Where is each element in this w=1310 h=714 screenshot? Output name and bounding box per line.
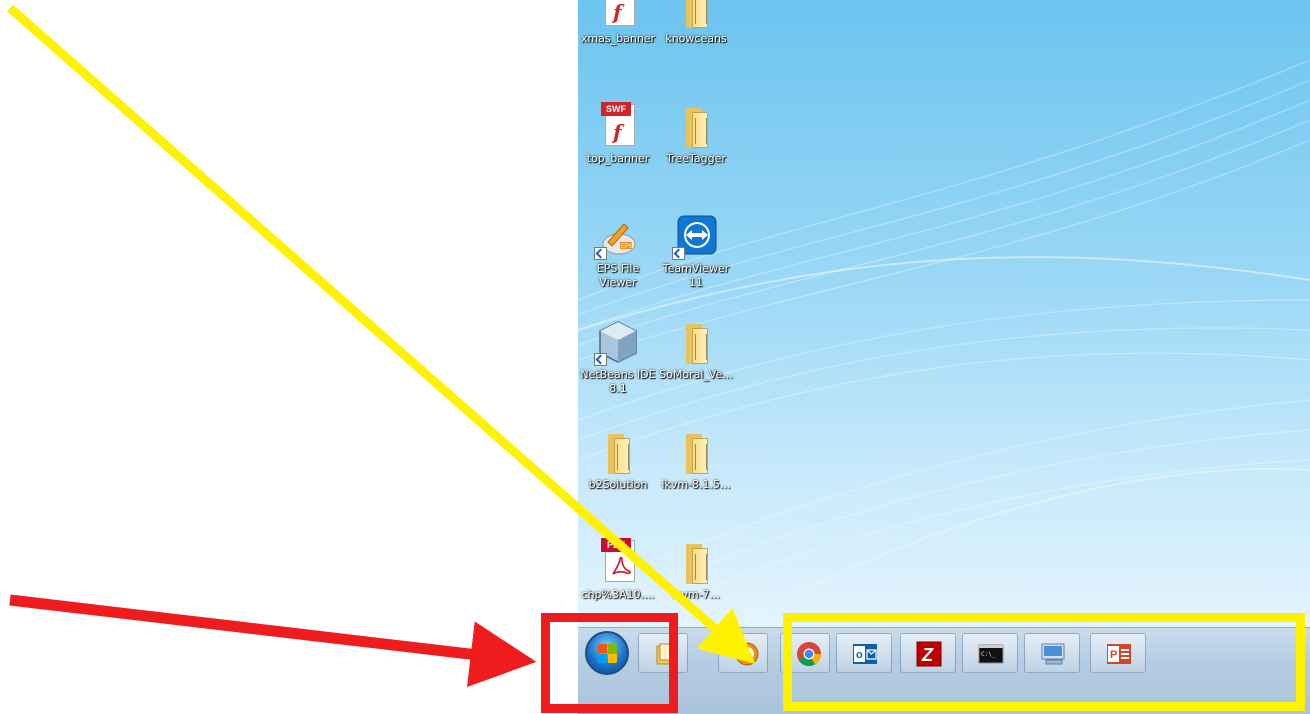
folder-icon [686, 544, 708, 584]
shortcut-arrow-icon [594, 247, 607, 260]
desktop-icon-chp-pdf[interactable]: PDF chp%3A10.... [578, 538, 658, 602]
taskbar-cmd-button[interactable]: C:\_ [962, 633, 1018, 673]
icon-label: knowceans [665, 32, 727, 45]
desktop[interactable]: SWF f xmas_banner knowceans SWF f top_ba… [578, 0, 1310, 627]
red-arrow [9, 594, 537, 687]
taskbar-powerpoint-button[interactable]: P [1090, 633, 1146, 673]
taskbar: o Z C:\_ P [578, 627, 1310, 714]
shortcut-arrow-icon [672, 247, 685, 260]
desktop-icon-somoral[interactable]: SoMoral_Ve... [656, 318, 736, 382]
icon-label: NetBeans IDE 8.1 [580, 368, 656, 395]
shortcut-arrow-icon [594, 353, 607, 366]
taskbar-remote-desktop-button[interactable] [1024, 633, 1080, 673]
outlook-icon: o [853, 644, 877, 664]
start-button[interactable] [585, 631, 629, 675]
svg-text:o: o [856, 649, 863, 661]
desktop-wallpaper-waves [578, 59, 1310, 627]
desktop-icon-teamviewer[interactable]: TeamViewer 11 [656, 212, 736, 290]
icon-label: b2Solution [588, 478, 648, 491]
windows-explorer-icon [656, 643, 676, 665]
icon-label: TreeTagger [666, 152, 726, 165]
desktop-icon-xmas-banner[interactable]: SWF f xmas_banner [578, 0, 658, 46]
desktop-icon-knowceans[interactable]: knowceans [656, 0, 736, 46]
folder-icon [686, 0, 708, 28]
command-prompt-icon: C:\_ [978, 644, 1004, 664]
desktop-icon-treetagger[interactable]: TreeTagger [656, 102, 736, 166]
icon-label: SoMoral_Ve... [659, 368, 733, 381]
desktop-icon-eps-file-viewer[interactable]: EPS EPS File Viewer [578, 212, 658, 290]
taskbar-media-player-button[interactable] [718, 633, 768, 673]
desktop-icon-ikvm-815[interactable]: ikvm-8.1.5... [656, 428, 736, 492]
svg-text:C:\_: C:\_ [981, 651, 996, 658]
desktop-icon-b2solution[interactable]: b2Solution [578, 428, 658, 492]
filezilla-icon: Z [916, 641, 942, 667]
icon-label: top_banner [586, 152, 650, 165]
icon-label: TeamViewer 11 [662, 262, 730, 289]
icon-label: xmas_banner [580, 32, 656, 45]
icon-label: EPS File Viewer [596, 262, 640, 289]
folder-icon [686, 434, 708, 474]
folder-icon [608, 434, 630, 474]
media-player-icon [735, 642, 759, 666]
acrobat-swirl-icon [612, 556, 631, 575]
taskbar-explorer-button[interactable] [638, 633, 688, 673]
taskbar-outlook-button[interactable]: o [836, 633, 892, 673]
taskbar-chrome-button[interactable] [780, 633, 830, 673]
folder-icon [686, 108, 708, 148]
remote-desktop-icon [1041, 643, 1065, 665]
taskbar-filezilla-button[interactable]: Z [900, 633, 956, 673]
icon-label: ikvm-7... [671, 588, 721, 601]
svg-text:Z: Z [921, 645, 934, 665]
desktop-icon-ikvm-7[interactable]: ikvm-7... [656, 538, 736, 602]
powerpoint-icon: P [1107, 644, 1131, 664]
desktop-icon-top-banner[interactable]: SWF f top_banner [578, 102, 658, 166]
chrome-icon [797, 642, 821, 667]
windows-logo-icon [598, 644, 618, 664]
desktop-icon-netbeans[interactable]: NetBeans IDE 8.1 [578, 318, 658, 396]
svg-text:P: P [1110, 649, 1117, 661]
svg-text:EPS: EPS [621, 244, 633, 250]
folder-icon [686, 324, 708, 364]
icon-label: chp%3A10.... [581, 588, 655, 601]
icon-label: ikvm-8.1.5... [661, 478, 731, 491]
